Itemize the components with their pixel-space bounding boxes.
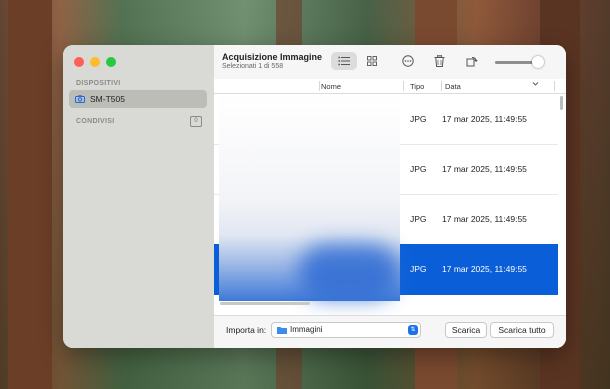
section-header-devices: DISPOSITIVI	[76, 80, 121, 87]
minimize-button[interactable]	[90, 57, 100, 67]
column-divider	[319, 81, 320, 91]
image-capture-window: DISPOSITIVI SM-T505 CONDIVISI 0 Acquisiz…	[63, 45, 566, 348]
destination-select[interactable]: Immagini ⇅	[271, 322, 421, 338]
thumbnail-blur	[299, 244, 399, 299]
main-pane: Acquisizione Immagine Selezionati 1 di 5…	[214, 45, 566, 348]
download-all-button[interactable]: Scarica tutto	[490, 322, 554, 338]
sidebar: DISPOSITIVI SM-T505 CONDIVISI 0	[63, 45, 214, 348]
close-button[interactable]	[74, 57, 84, 67]
device-label: SM-T505	[90, 94, 125, 104]
row-date: 17 mar 2025, 11:49:55	[442, 264, 527, 274]
ellipsis-circle-icon	[402, 55, 414, 67]
column-header-type[interactable]: Tipo	[410, 82, 424, 91]
download-button[interactable]: Scarica	[445, 322, 487, 338]
vertical-scrollbar[interactable]	[560, 96, 563, 110]
grid-view-button[interactable]	[359, 52, 385, 70]
fullscreen-button[interactable]	[106, 57, 116, 67]
shared-count-badge: 0	[190, 116, 202, 127]
window-controls	[74, 57, 116, 67]
rotate-icon	[466, 57, 478, 67]
column-header-date[interactable]: Data	[445, 82, 461, 91]
zoom-slider-knob[interactable]	[532, 56, 545, 68]
horizontal-scrollbar[interactable]	[220, 302, 310, 305]
row-type: JPG	[410, 214, 427, 224]
list-icon	[338, 56, 350, 66]
column-header-row: Nome Tipo Data	[214, 79, 566, 94]
row-date: 17 mar 2025, 11:49:55	[442, 214, 527, 224]
window-title: Acquisizione Immagine	[222, 52, 323, 62]
destination-value: Immagini	[290, 325, 323, 334]
camera-icon	[75, 95, 85, 103]
more-options-button[interactable]	[395, 52, 421, 70]
footer-bar: Importa in: Immagini ⇅ Scarica Scarica t…	[214, 315, 566, 348]
delete-button[interactable]	[426, 52, 452, 70]
column-divider	[441, 81, 442, 91]
zoom-slider[interactable]	[495, 56, 545, 68]
chevron-updown-icon: ⇅	[408, 325, 418, 335]
column-divider	[403, 81, 404, 91]
row-type: JPG	[410, 264, 427, 274]
toolbar: Acquisizione Immagine Selezionati 1 di 5…	[214, 45, 566, 80]
row-date: 17 mar 2025, 11:49:55	[442, 114, 527, 124]
row-date: 17 mar 2025, 11:49:55	[442, 164, 527, 174]
rotate-button[interactable]	[459, 52, 485, 70]
folder-icon	[277, 327, 287, 334]
row-type: JPG	[410, 114, 427, 124]
trash-icon	[434, 55, 444, 67]
column-divider	[554, 81, 555, 91]
section-header-shared: CONDIVISI	[76, 118, 115, 125]
sidebar-item-device[interactable]: SM-T505	[69, 90, 207, 108]
column-header-name[interactable]: Nome	[321, 82, 341, 91]
list-view-button[interactable]	[331, 52, 357, 70]
selection-status: Selezionati 1 di 558	[222, 63, 284, 70]
grid-icon	[367, 56, 377, 66]
blurred-thumbnail-overlay	[219, 94, 400, 301]
import-label: Importa in:	[226, 325, 267, 335]
sort-chevron-icon[interactable]	[532, 80, 539, 89]
row-type: JPG	[410, 164, 427, 174]
wallpaper-trunk	[8, 0, 52, 389]
